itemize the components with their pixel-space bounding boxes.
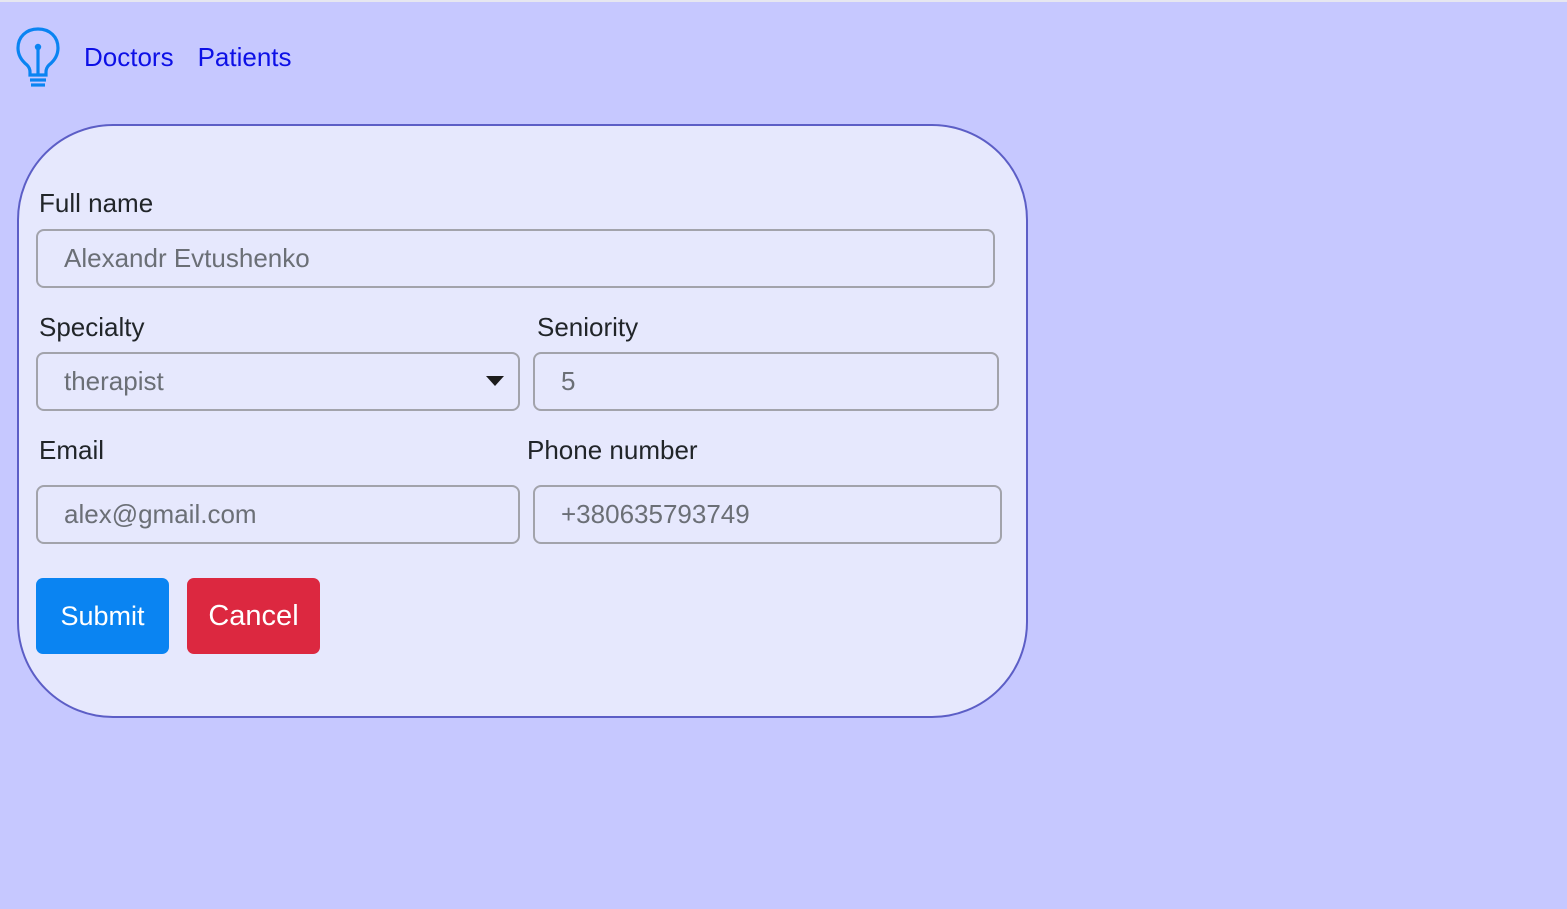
- nav-link-doctors[interactable]: Doctors: [84, 44, 174, 70]
- navbar: Doctors Patients: [14, 26, 292, 90]
- lightbulb-icon-graphic: [16, 27, 60, 87]
- submit-button[interactable]: Submit: [36, 578, 169, 654]
- lightbulb-icon[interactable]: [14, 26, 62, 90]
- cancel-button[interactable]: Cancel: [187, 578, 320, 654]
- phone-number-input[interactable]: +380635793749: [533, 485, 1002, 544]
- doctor-form-card: Full name Alexandr Evtushenko Specialty …: [17, 124, 1028, 718]
- top-border: [0, 0, 1567, 2]
- full-name-label: Full name: [39, 188, 154, 218]
- seniority-label: Seniority: [537, 312, 639, 342]
- full-name-input[interactable]: Alexandr Evtushenko: [36, 229, 995, 288]
- nav-link-patients[interactable]: Patients: [198, 44, 292, 70]
- seniority-input[interactable]: 5: [533, 352, 999, 411]
- specialty-select[interactable]: therapist: [36, 352, 520, 411]
- email-label: Email: [39, 435, 105, 465]
- caret-down-icon: [486, 376, 504, 386]
- specialty-select-value: therapist: [64, 366, 164, 396]
- phone-number-label: Phone number: [527, 435, 698, 465]
- specialty-label: Specialty: [39, 312, 145, 342]
- email-input[interactable]: alex@gmail.com: [36, 485, 520, 544]
